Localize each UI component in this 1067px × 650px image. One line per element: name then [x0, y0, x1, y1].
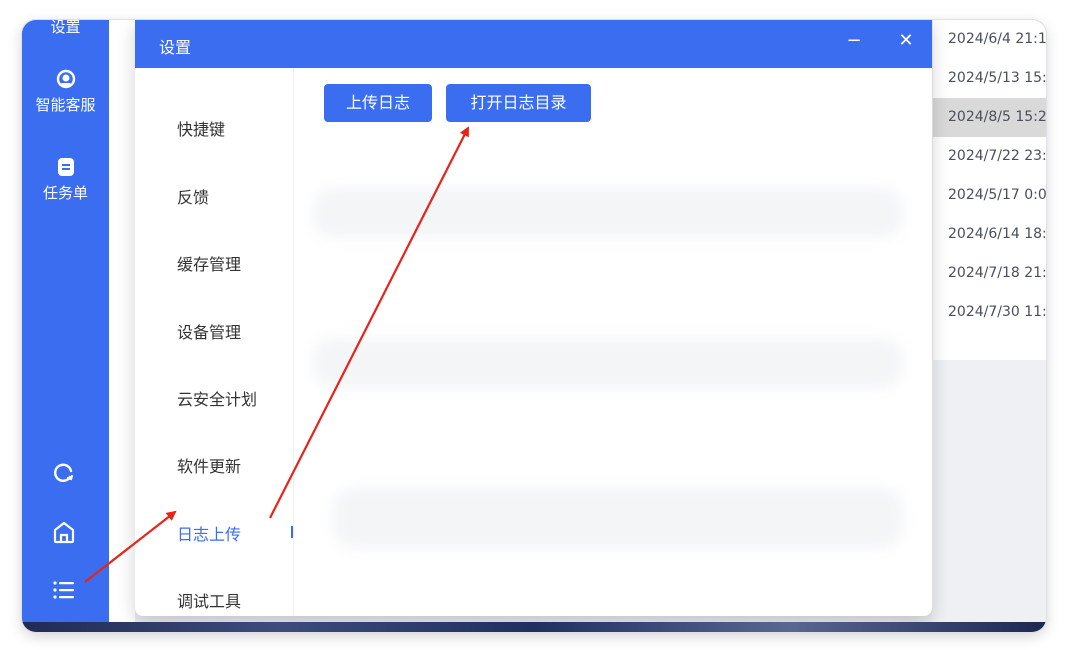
desktop-taskbar-strip — [22, 622, 1046, 632]
list-item[interactable]: 2024/6/14 18: — [933, 215, 1046, 254]
app-main-area — [109, 20, 135, 624]
menu-button[interactable] — [49, 575, 79, 605]
refresh-icon — [54, 463, 74, 482]
close-icon: ✕ — [898, 30, 914, 51]
dialog-title-bar: 设置 − ✕ — [135, 20, 932, 68]
menu-list-icon — [53, 581, 74, 599]
list-item[interactable]: 2024/7/18 21: — [933, 254, 1046, 293]
minimize-icon: − — [846, 30, 862, 51]
sidebar-item-settings[interactable]: 设置 — [22, 20, 109, 37]
dialog-title: 设置 — [159, 38, 192, 57]
close-button[interactable]: ✕ — [891, 26, 921, 56]
minimize-button[interactable]: − — [839, 26, 869, 56]
app-window: 设置 智能客服 任务单 2024/6/4 21:1 2024/5/13 15: … — [22, 20, 1046, 632]
sidebar-item-label: 智能客服 — [35, 96, 96, 114]
settings-nav: 快捷键 反馈 缓存管理 设备管理 云安全计划 软件更新 日志上传 调试工具 — [135, 68, 294, 616]
task-list-icon — [57, 158, 74, 176]
sidebar-item-tasks[interactable]: 任务单 — [22, 156, 109, 203]
home-button[interactable] — [49, 517, 79, 547]
nav-item-devices[interactable]: 设备管理 — [177, 319, 241, 343]
app-sidebar: 设置 智能客服 任务单 — [22, 20, 109, 624]
headset-icon — [56, 69, 75, 89]
blurred-region — [313, 338, 903, 388]
list-item[interactable]: 2024/5/17 0:0 — [933, 176, 1046, 215]
nav-item-cache[interactable]: 缓存管理 — [177, 251, 241, 275]
blurred-region — [333, 488, 903, 548]
sidebar-item-label: 设置 — [50, 20, 81, 36]
blurred-region — [313, 188, 903, 238]
nav-item-software-update[interactable]: 软件更新 — [177, 453, 241, 477]
nav-item-log-upload[interactable]: 日志上传 — [177, 521, 241, 545]
sidebar-item-support[interactable]: 智能客服 — [22, 68, 109, 115]
sidebar-item-label: 任务单 — [42, 184, 88, 202]
refresh-button[interactable] — [49, 458, 79, 488]
list-item[interactable]: 2024/7/30 11: — [933, 293, 1046, 332]
upload-log-button[interactable]: 上传日志 — [324, 84, 432, 122]
nav-item-feedback[interactable]: 反馈 — [177, 184, 209, 208]
background-record-list: 2024/6/4 21:1 2024/5/13 15: 2024/8/5 15:… — [932, 20, 1046, 360]
nav-item-shortcuts[interactable]: 快捷键 — [177, 116, 225, 140]
home-icon — [53, 521, 75, 544]
list-item[interactable]: 2024/5/13 15: — [933, 59, 1046, 98]
log-upload-panel: 上传日志 打开日志目录 — [293, 68, 932, 616]
nav-item-cloud-security[interactable]: 云安全计划 — [177, 386, 257, 410]
list-item-selected[interactable]: 2024/8/5 15:2 — [933, 98, 1046, 137]
background-lower-area — [932, 360, 1046, 624]
list-item[interactable]: 2024/7/22 23: — [933, 137, 1046, 176]
settings-dialog: 设置 − ✕ 快捷键 反馈 缓存管理 设备管理 云安全计划 软件更新 日志上传 … — [135, 20, 932, 616]
nav-item-debug-tools[interactable]: 调试工具 — [177, 588, 241, 612]
list-item[interactable]: 2024/6/4 21:1 — [933, 20, 1046, 59]
open-log-directory-button[interactable]: 打开日志目录 — [446, 84, 591, 122]
